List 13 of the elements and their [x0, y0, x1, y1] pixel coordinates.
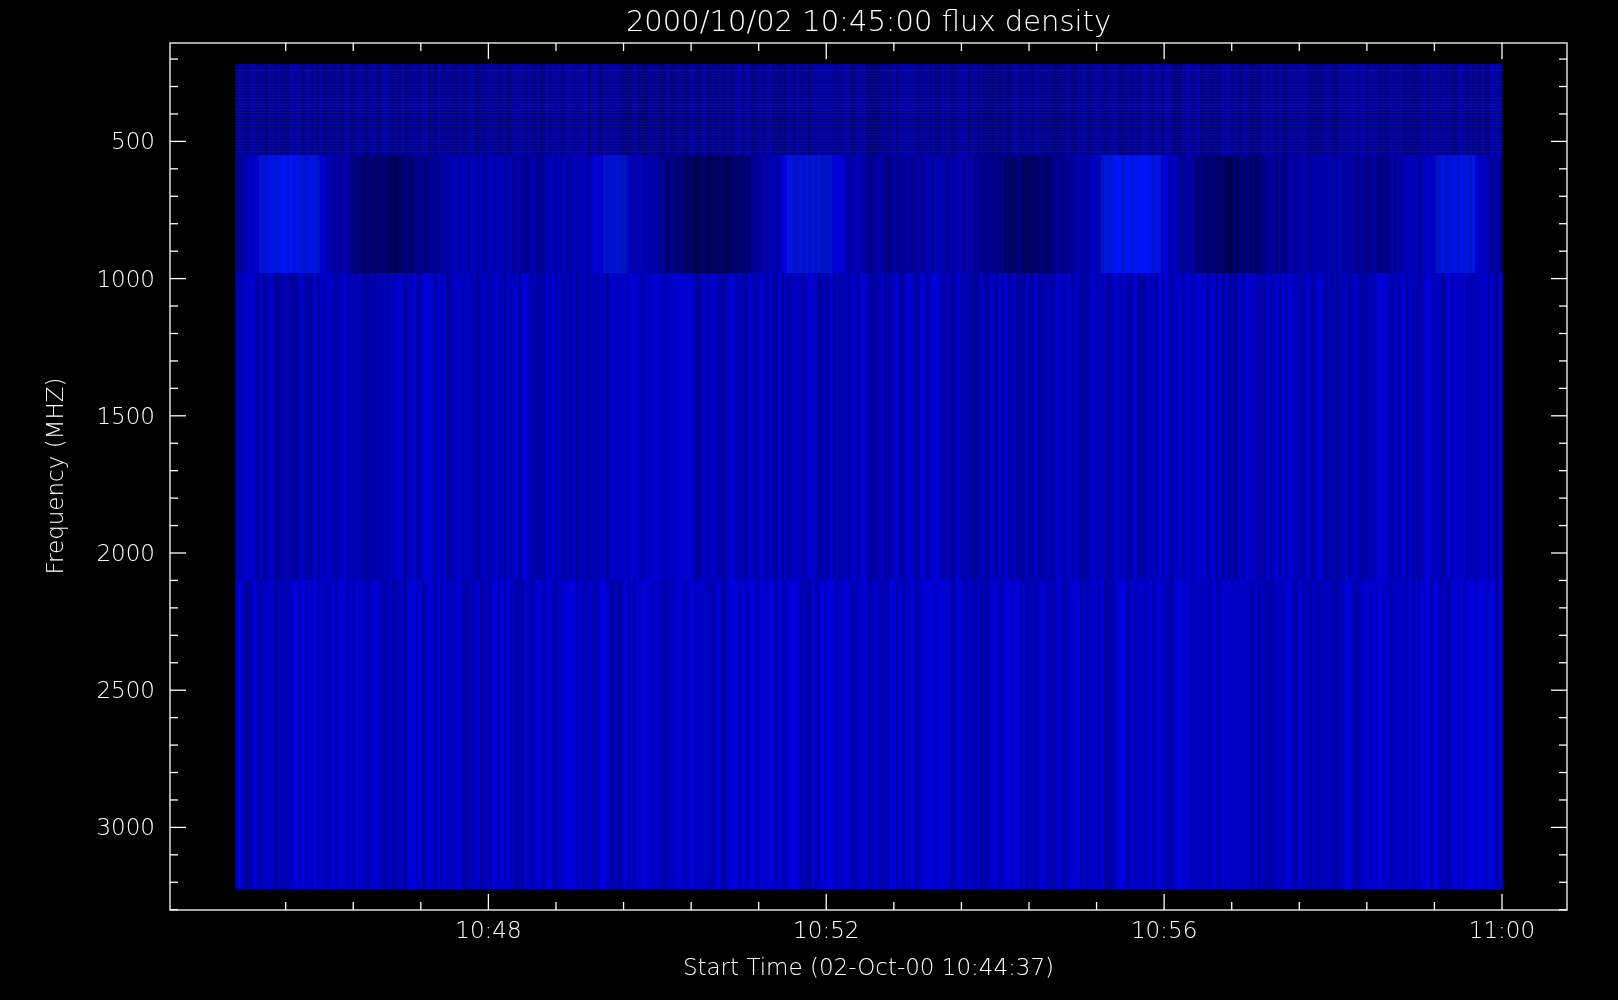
y-axis-label: Frequency (MHZ) — [42, 377, 68, 575]
y-tick-label: 3000 — [96, 814, 155, 841]
y-tick-label: 1500 — [96, 402, 155, 429]
x-tick-label: 10:48 — [455, 917, 522, 943]
x-tick-label: 10:56 — [1131, 917, 1198, 943]
plot-title: 2000/10/02 10:45:00 flux density — [625, 4, 1112, 38]
x-tick-label: 10:52 — [793, 917, 860, 943]
y-tick-label: 1000 — [96, 265, 155, 292]
y-tick-label: 2000 — [96, 540, 155, 566]
x-axis-label: Start Time (02-Oct-00 10:44:37) — [682, 954, 1055, 980]
y-tick-label: 500 — [111, 128, 155, 155]
y-tick-label: 2500 — [96, 677, 155, 704]
x-tick-label: 11:00 — [1468, 917, 1536, 943]
